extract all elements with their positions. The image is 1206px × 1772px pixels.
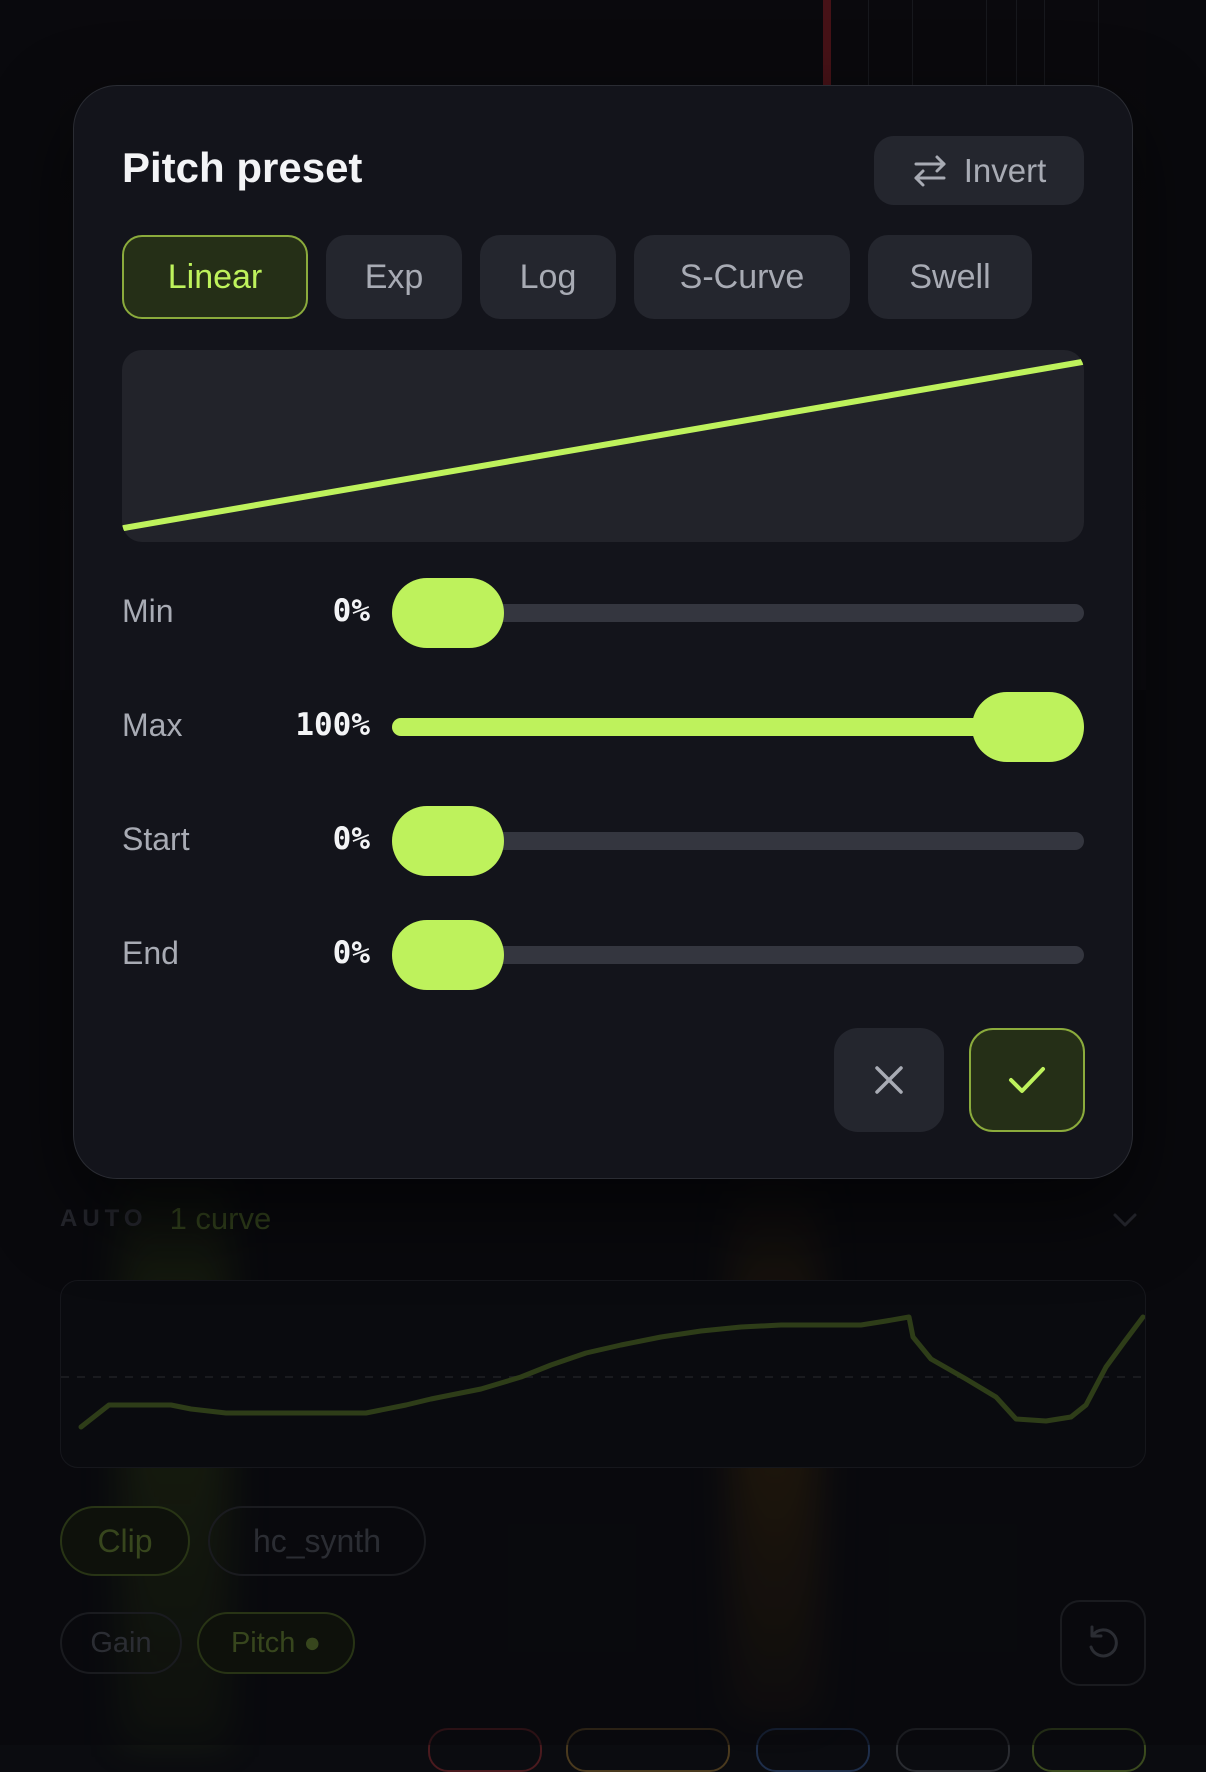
dialog-title: Pitch preset [122,144,363,191]
invert-button[interactable]: Invert [874,136,1084,205]
end-label: End [122,935,179,971]
preview-curve [122,359,1084,531]
end-value: 0% [332,935,370,971]
max-label: Max [122,707,183,743]
start-slider[interactable] [392,806,1084,876]
slider-fill [392,718,1028,736]
tab-exp[interactable]: Exp [326,235,462,319]
cancel-button[interactable] [834,1028,944,1132]
swap-arrows-icon [914,155,946,186]
start-label: Start [122,821,190,857]
max-slider-row: Max 100% [122,690,1084,764]
invert-label: Invert [963,151,1047,189]
tab-linear[interactable]: Linear [122,235,308,319]
curve-type-tabs: Linear Exp Log S-Curve Swell [122,235,1032,321]
curve-preview [122,350,1084,542]
start-slider-row: Start 0% [122,804,1084,878]
min-slider[interactable] [392,578,1084,648]
min-value: 0% [332,593,370,629]
end-slider[interactable] [392,920,1084,990]
min-label: Min [122,593,174,629]
start-value: 0% [332,821,370,857]
slider-thumb[interactable] [392,920,504,990]
end-slider-row: End 0% [122,918,1084,992]
tab-log[interactable]: Log [480,235,616,319]
slider-thumb[interactable] [972,692,1084,762]
min-slider-row: Min 0% [122,576,1084,650]
max-slider[interactable] [392,692,1084,762]
close-icon [875,1066,903,1094]
slider-thumb[interactable] [392,806,504,876]
max-value: 100% [295,707,370,743]
confirm-button[interactable] [969,1028,1085,1132]
checkmark-icon [1009,1067,1045,1093]
tab-s-curve[interactable]: S-Curve [634,235,850,319]
tab-swell[interactable]: Swell [868,235,1032,319]
slider-thumb[interactable] [392,578,504,648]
pitch-preset-dialog: Pitch preset Invert Linear Exp Log S-Cur… [73,85,1133,1179]
